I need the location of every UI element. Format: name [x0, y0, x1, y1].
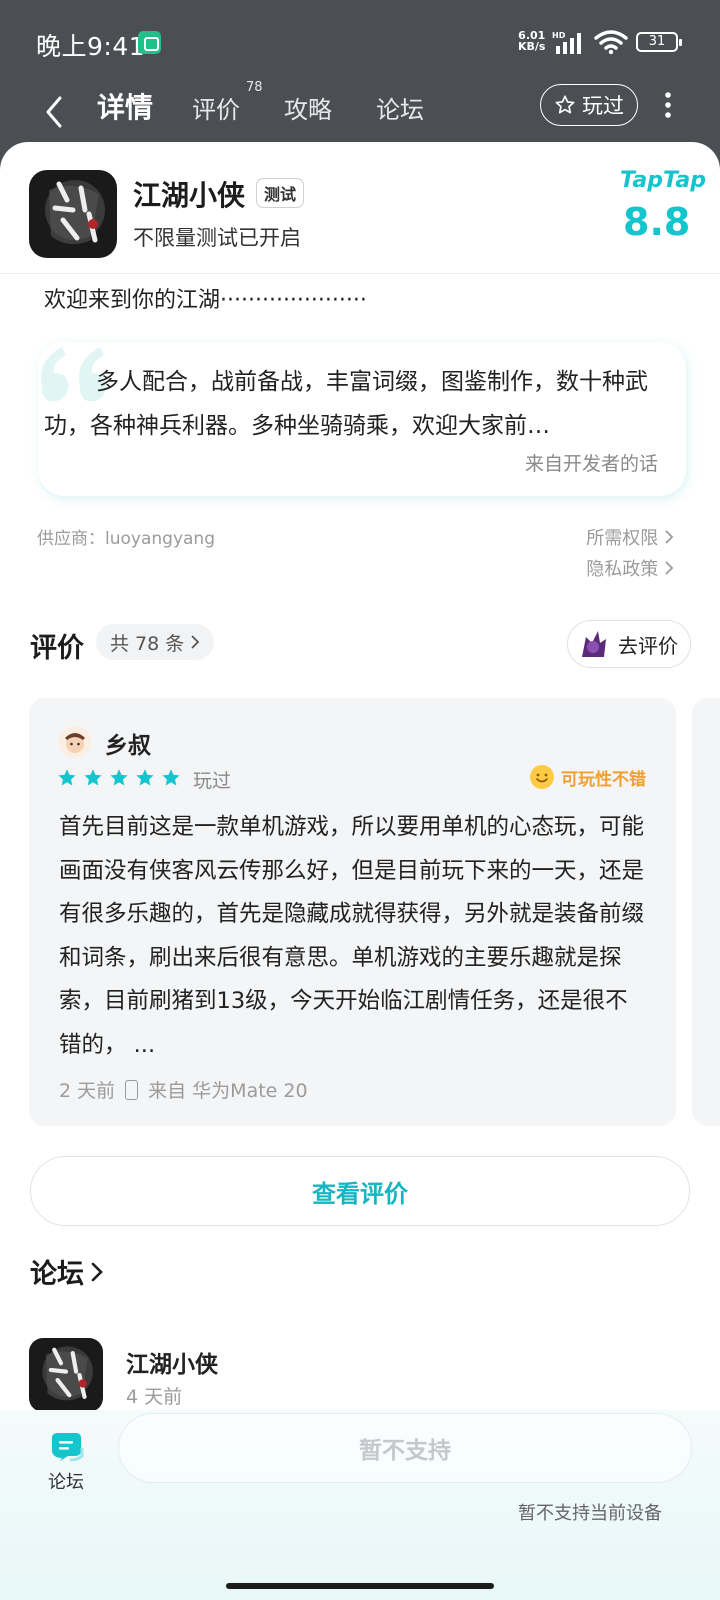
net-speed-unit: KB/s — [518, 40, 546, 53]
write-review-button[interactable]: 去评价 — [567, 620, 691, 668]
review-played-label: 玩过 — [193, 770, 232, 792]
tab-reviews[interactable]: 评价 — [192, 90, 240, 125]
unsupported-button[interactable]: 暂不支持 — [118, 1413, 692, 1483]
star-icon — [110, 769, 128, 786]
app-subtitle: 不限量测试已开启 — [133, 226, 301, 250]
mi-app-icon — [138, 31, 161, 54]
star-outline-icon — [555, 95, 575, 114]
star-icon — [162, 769, 180, 786]
battery-icon: 31 — [636, 32, 682, 52]
view-reviews-button[interactable]: 查看评价 — [30, 1156, 690, 1226]
signal-icon: HD — [552, 31, 581, 54]
played-button[interactable]: 玩过 — [540, 84, 638, 126]
next-review-card[interactable] — [692, 698, 720, 1126]
chevron-right-icon — [191, 635, 200, 649]
test-badge: 测试 — [256, 178, 305, 208]
supplier-info: 供应商：luoyangyang — [37, 529, 215, 549]
forum-section-header[interactable]: 论坛 — [30, 1252, 104, 1291]
tab-forum[interactable]: 论坛 — [376, 90, 424, 125]
hd-label: HD — [552, 31, 566, 40]
reviews-count-sup: 78 — [246, 80, 263, 95]
reviews-count-pill[interactable]: 共 78 条 — [96, 624, 215, 660]
privacy-policy-link[interactable]: 隐私政策 — [586, 555, 674, 581]
played-label: 玩过 — [582, 94, 624, 118]
review-card[interactable]: 乡叔 玩过 可玩性不错 首先目前这是一款单机游戏，所以要用单机的心态玩，可能画面… — [29, 698, 676, 1126]
forum-tab-label[interactable]: 论坛 — [48, 1468, 84, 1494]
chevron-right-icon — [91, 1262, 103, 1281]
app-header: 江湖小侠 测试 不限量测试已开启 TapTap 8.8 — [0, 142, 720, 274]
chevron-right-icon — [665, 561, 674, 575]
more-options-icon[interactable] — [660, 90, 676, 120]
write-review-label: 去评价 — [618, 633, 678, 658]
app-title: 江湖小侠 — [133, 179, 246, 212]
permissions-link[interactable]: 所需权限 — [586, 524, 674, 550]
top-nav: 详情 评价 78 攻略 论坛 玩过 — [0, 80, 720, 142]
review-tag: 可玩性不错 — [529, 764, 646, 790]
reviews-count: 共 78 条 — [110, 632, 185, 655]
star-icon — [84, 769, 102, 786]
review-time: 2 天前 — [59, 1080, 116, 1102]
tab-guides[interactable]: 攻略 — [284, 90, 332, 125]
reviewer-name: 乡叔 — [105, 733, 151, 759]
status-time: 晚上9:41 — [36, 32, 146, 61]
wifi-icon — [594, 30, 628, 55]
unsupported-note: 暂不支持当前设备 — [518, 1503, 662, 1524]
rating-stars — [57, 768, 181, 788]
permissions-label: 所需权限 — [586, 528, 659, 549]
developer-note-text: 多人配合，战前备战，丰富词缀，图鉴制作，数十种武功，各种神兵利器。多种坐骑骑乘，… — [44, 369, 648, 439]
detail-sheet: 江湖小侠 测试 不限量测试已开启 TapTap 8.8 欢迎来到你的江湖····… — [0, 142, 720, 1600]
welcome-text: 欢迎来到你的江湖····················· — [44, 288, 367, 313]
network-speed: 6.01 KB/s — [518, 30, 545, 52]
forum-app-icon[interactable] — [29, 1338, 103, 1412]
review-tag-label: 可玩性不错 — [561, 769, 646, 790]
developer-note-source: 来自开发者的话 — [524, 453, 658, 475]
review-text: 首先目前这是一款单机游戏，所以要用单机的心态玩，可能画面没有侠客风云传那么好，但… — [59, 814, 645, 1058]
user-avatar — [576, 627, 610, 661]
forum-item-name[interactable]: 江湖小侠 — [126, 1345, 218, 1379]
reviews-section-title: 评价 — [30, 633, 84, 664]
phone-icon — [125, 1079, 139, 1100]
review-device: 来自 华为Mate 20 — [148, 1080, 308, 1102]
taptap-logo: TapTap — [620, 168, 706, 193]
back-arrow-icon[interactable] — [40, 92, 70, 132]
forum-chat-icon[interactable] — [48, 1430, 84, 1464]
tab-details[interactable]: 详情 — [97, 86, 153, 126]
bottom-bar: 论坛 暂不支持 暂不支持当前设备 — [0, 1410, 720, 1600]
forum-item-time: 4 天前 — [126, 1386, 183, 1408]
review-meta: 2 天前 来自 华为Mate 20 — [59, 1076, 308, 1103]
star-icon — [58, 769, 76, 786]
star-icon — [136, 769, 154, 786]
home-indicator[interactable] — [226, 1583, 494, 1589]
chevron-right-icon — [665, 530, 674, 544]
app-icon — [29, 170, 117, 258]
privacy-label: 隐私政策 — [586, 559, 659, 580]
forum-section-title: 论坛 — [30, 1259, 84, 1290]
reviewer-avatar — [59, 726, 91, 758]
status-bar: 晚上9:41 6.01 KB/s HD 31 — [0, 0, 720, 84]
app-score: 8.8 — [623, 200, 691, 244]
smile-icon — [530, 765, 554, 789]
